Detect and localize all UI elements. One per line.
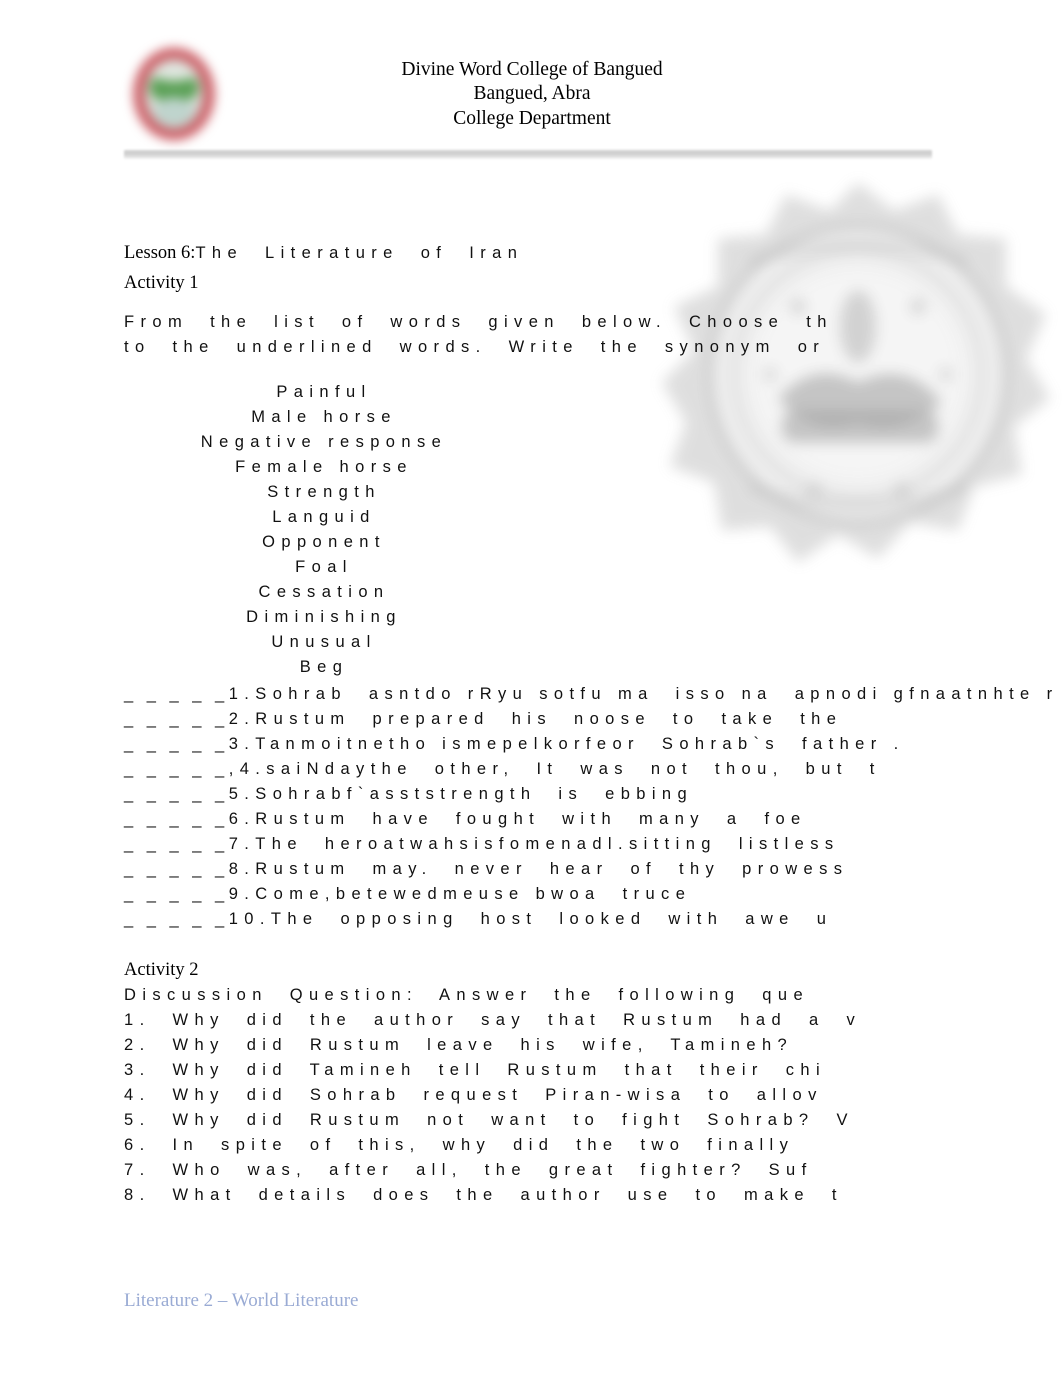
word-bank-item: Opponent	[262, 533, 386, 551]
lesson-title: The Literature of Iran	[195, 244, 524, 262]
exercise-item: _ _ _ _ _10.The opposing host looked wit…	[124, 910, 833, 928]
exercise-item: _ _ _ _ _3.Tanmoitnetho ismepelkorfeor S…	[124, 735, 905, 753]
word-bank-item: Beg	[299, 658, 349, 676]
school-location: Bangued, Abra	[473, 83, 591, 105]
document-header: Divine Word College of Bangued Bangued, …	[0, 0, 1062, 170]
word-bank-item: Strength	[267, 483, 381, 501]
discussion-question: 1. Why did the author say that Rustum ha…	[124, 1011, 862, 1029]
discussion-question: 2. Why did Rustum leave his wife, Tamine…	[124, 1036, 794, 1054]
lesson-label: Lesson 6:	[124, 243, 196, 263]
exercise-item: _ _ _ _ _,4.saiNdaythe other, It was not…	[124, 760, 881, 778]
word-bank-item: Negative response	[200, 433, 448, 451]
discussion-question: 7. Who was, after all, the great fighter…	[124, 1161, 813, 1179]
exercise-item: _ _ _ _ _9.Come,betewedmeuse bwoa truce	[124, 885, 692, 903]
word-bank-item: Painful	[276, 383, 372, 401]
page-footer: Literature 2 – World Literature	[124, 1290, 359, 1311]
activity-2-label: Activity 2	[124, 960, 199, 980]
exercise-item: _ _ _ _ _5.Sohrabf`asststrength is ebbin…	[124, 785, 694, 803]
discussion-question: 6. In spite of this, why did the two fin…	[124, 1136, 795, 1154]
exercise-item: _ _ _ _ _7.The heroatwahsisfomenadl.sitt…	[124, 835, 840, 853]
word-bank-item: Languid	[272, 508, 376, 526]
activity-1-label: Activity 1	[124, 273, 199, 293]
word-bank-item: Foal	[295, 558, 353, 576]
school-heading: Divine Word College of Bangued Bangued, …	[232, 58, 832, 131]
header-divider	[124, 150, 932, 159]
exercise-item: _ _ _ _ _6.Rustum have fought with many …	[124, 810, 807, 828]
discussion-question: 5. Why did Rustum not want to fight Sohr…	[124, 1111, 854, 1129]
word-bank-item: Diminishing	[246, 608, 402, 626]
word-bank-item: Female horse	[235, 458, 413, 476]
exercise-item: _ _ _ _ _2.Rustum prepared his noose to …	[124, 710, 843, 728]
discussion-prompt: Discussion Question: Answer the followin…	[124, 986, 810, 1004]
activity-2-section: Activity 2 Discussion Question: Answer t…	[124, 958, 861, 1208]
college-seal-logo	[128, 44, 220, 144]
discussion-question: 4. Why did Sohrab request Piran-wisa to …	[124, 1086, 823, 1104]
document-page: Divine Word College of Bangued Bangued, …	[0, 0, 1062, 1377]
discussion-question: 3. Why did Tamineh tell Rustum that thei…	[124, 1061, 827, 1079]
word-bank-item: Male horse	[251, 408, 397, 426]
word-bank-item: Cessation	[258, 583, 390, 601]
word-bank: Painful Male horse Negative response Fem…	[124, 380, 1062, 680]
school-department: College Department	[453, 107, 611, 129]
exercise-item: _ _ _ _ _1.Sohrab asntdo rRyu sotfu ma i…	[124, 685, 1062, 703]
exercise-item-list: _ _ _ _ _1.Sohrab asntdo rRyu sotfu ma i…	[124, 682, 1062, 932]
word-bank-item: Unusual	[271, 633, 377, 651]
instructions-line-1: From the list of words given below. Choo…	[124, 313, 833, 331]
exercise-item: _ _ _ _ _8.Rustum may. never hear of thy…	[124, 860, 849, 878]
instructions-line-2: to the underlined words. Write the synon…	[124, 338, 826, 356]
discussion-question: 8. What details does the author use to m…	[124, 1186, 843, 1204]
school-name: Divine Word College of Bangued	[401, 59, 663, 80]
lesson-heading: Lesson 6:The Literature of Iran	[124, 243, 523, 264]
